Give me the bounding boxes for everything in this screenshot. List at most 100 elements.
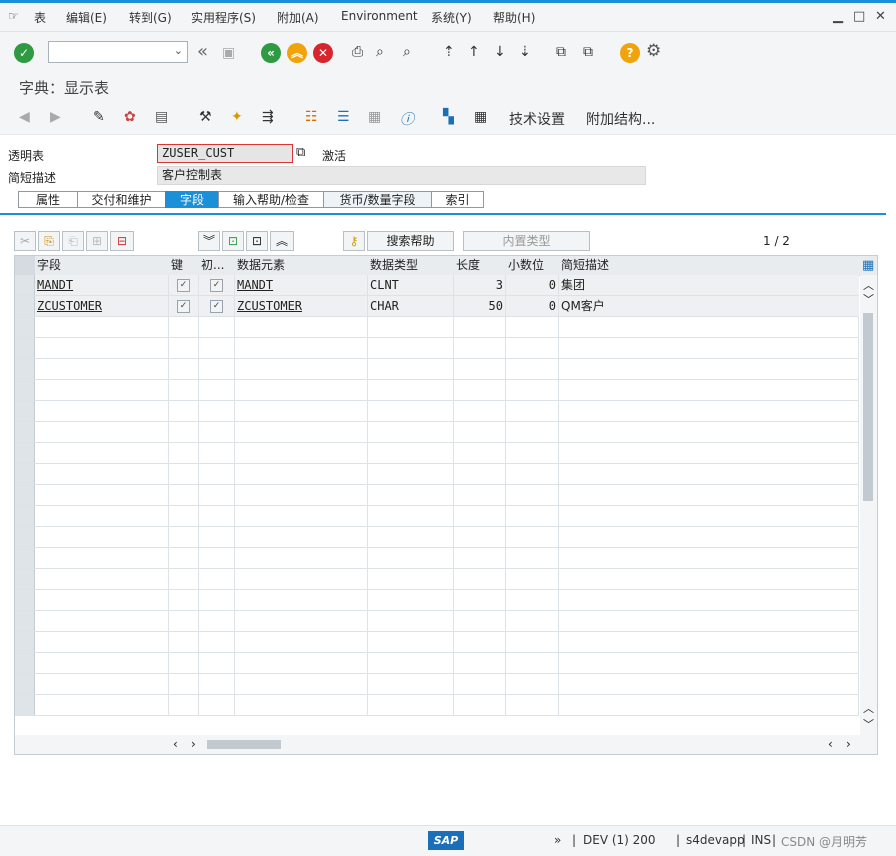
col-initial[interactable]: 初...	[199, 256, 235, 275]
row-selector[interactable]	[15, 632, 35, 652]
empty-cell[interactable]	[199, 590, 235, 610]
empty-table-row[interactable]	[15, 506, 859, 527]
empty-cell[interactable]	[169, 401, 199, 421]
empty-table-row[interactable]	[15, 653, 859, 674]
row-selector[interactable]	[15, 401, 35, 421]
empty-cell[interactable]	[454, 380, 506, 400]
table-settings-icon[interactable]: ▦	[860, 256, 877, 275]
row-selector[interactable]	[15, 464, 35, 484]
chevron-left-icon[interactable]: ‹	[828, 737, 833, 751]
gear-icon[interactable]: ⚙	[646, 42, 661, 60]
empty-cell[interactable]	[454, 422, 506, 442]
empty-cell[interactable]	[368, 401, 454, 421]
navigation-icon[interactable]: ▚	[443, 109, 454, 125]
chevron-right-icon[interactable]: ›	[191, 737, 196, 751]
empty-cell[interactable]	[368, 506, 454, 526]
empty-cell[interactable]	[235, 548, 368, 568]
empty-cell[interactable]	[559, 548, 859, 568]
close-icon[interactable]: ✕	[875, 9, 886, 24]
empty-cell[interactable]	[506, 695, 559, 715]
menu-item-extras[interactable]: 附加(A)	[277, 9, 319, 26]
empty-cell[interactable]	[235, 527, 368, 547]
empty-cell[interactable]	[506, 443, 559, 463]
empty-cell[interactable]	[35, 380, 169, 400]
row-selector[interactable]	[15, 338, 35, 358]
empty-cell[interactable]	[199, 527, 235, 547]
empty-cell[interactable]	[235, 611, 368, 631]
col-data-element[interactable]: 数据元素	[235, 256, 368, 275]
row-selector[interactable]	[15, 527, 35, 547]
menu-item-goto[interactable]: 转到(G)	[129, 9, 172, 26]
chevron-right-icon[interactable]: ›	[846, 737, 851, 751]
display-change-icon[interactable]: ✎	[93, 109, 105, 125]
empty-cell[interactable]	[235, 359, 368, 379]
check-icon[interactable]: ▤	[155, 109, 168, 125]
tab-fields[interactable]: 字段	[165, 191, 219, 208]
empty-cell[interactable]	[199, 485, 235, 505]
empty-cell[interactable]	[235, 485, 368, 505]
empty-cell[interactable]	[454, 359, 506, 379]
col-data-type[interactable]: 数据类型	[368, 256, 454, 275]
row-selector[interactable]	[15, 275, 35, 295]
tech-settings-button[interactable]: 技术设置	[509, 109, 565, 129]
empty-cell[interactable]	[454, 464, 506, 484]
empty-cell[interactable]	[454, 401, 506, 421]
empty-cell[interactable]	[235, 695, 368, 715]
cut-icon[interactable]: ✂	[14, 231, 36, 251]
empty-cell[interactable]	[35, 674, 169, 694]
empty-cell[interactable]	[169, 527, 199, 547]
empty-cell[interactable]	[368, 527, 454, 547]
empty-cell[interactable]	[235, 632, 368, 652]
empty-table-row[interactable]	[15, 590, 859, 611]
row-selector[interactable]	[15, 380, 35, 400]
empty-cell[interactable]	[454, 632, 506, 652]
empty-cell[interactable]	[169, 569, 199, 589]
empty-cell[interactable]	[368, 317, 454, 337]
row-selector[interactable]	[15, 359, 35, 379]
empty-cell[interactable]	[454, 527, 506, 547]
menu-icon[interactable]: ☞	[8, 9, 19, 23]
empty-cell[interactable]	[169, 464, 199, 484]
col-field[interactable]: 字段	[35, 256, 169, 275]
empty-cell[interactable]	[169, 695, 199, 715]
empty-cell[interactable]	[199, 443, 235, 463]
find-icon[interactable]: ⌕	[376, 43, 384, 61]
append-structure-button[interactable]: 附加结构...	[586, 109, 655, 129]
menu-item-table[interactable]: 表	[34, 9, 46, 26]
minimize-icon[interactable]: ▁	[833, 9, 843, 24]
empty-cell[interactable]	[169, 674, 199, 694]
empty-cell[interactable]	[199, 569, 235, 589]
empty-cell[interactable]	[506, 527, 559, 547]
maximize-icon[interactable]: □	[853, 9, 865, 24]
menu-item-system[interactable]: 系统(Y)	[431, 9, 472, 26]
description-field[interactable]: 客户控制表	[157, 166, 646, 185]
chevron-up-icon[interactable]: ︿	[863, 700, 874, 716]
empty-cell[interactable]	[368, 548, 454, 568]
empty-cell[interactable]	[199, 632, 235, 652]
empty-cell[interactable]	[368, 611, 454, 631]
col-length[interactable]: 长度	[454, 256, 506, 275]
empty-cell[interactable]	[368, 695, 454, 715]
horizontal-scroll-thumb[interactable]	[207, 740, 281, 749]
empty-cell[interactable]	[368, 653, 454, 673]
empty-cell[interactable]	[454, 590, 506, 610]
empty-cell[interactable]	[368, 674, 454, 694]
row-selector[interactable]	[15, 569, 35, 589]
empty-cell[interactable]	[368, 485, 454, 505]
command-field[interactable]: ⌄	[48, 41, 188, 63]
empty-table-row[interactable]	[15, 548, 859, 569]
empty-cell[interactable]	[368, 464, 454, 484]
empty-cell[interactable]	[506, 674, 559, 694]
empty-cell[interactable]	[454, 317, 506, 337]
empty-cell[interactable]	[199, 506, 235, 526]
chevron-down-icon[interactable]: ﹀	[863, 291, 874, 307]
empty-cell[interactable]	[169, 359, 199, 379]
empty-cell[interactable]	[559, 485, 859, 505]
vertical-scrollbar[interactable]: ︿ ﹀ ︿ ﹀	[860, 275, 877, 735]
empty-cell[interactable]	[35, 506, 169, 526]
empty-cell[interactable]	[368, 632, 454, 652]
empty-cell[interactable]	[169, 422, 199, 442]
menu-item-help[interactable]: 帮助(H)	[493, 9, 535, 26]
empty-cell[interactable]	[169, 653, 199, 673]
page-down-icon[interactable]: ⊡	[222, 231, 244, 251]
